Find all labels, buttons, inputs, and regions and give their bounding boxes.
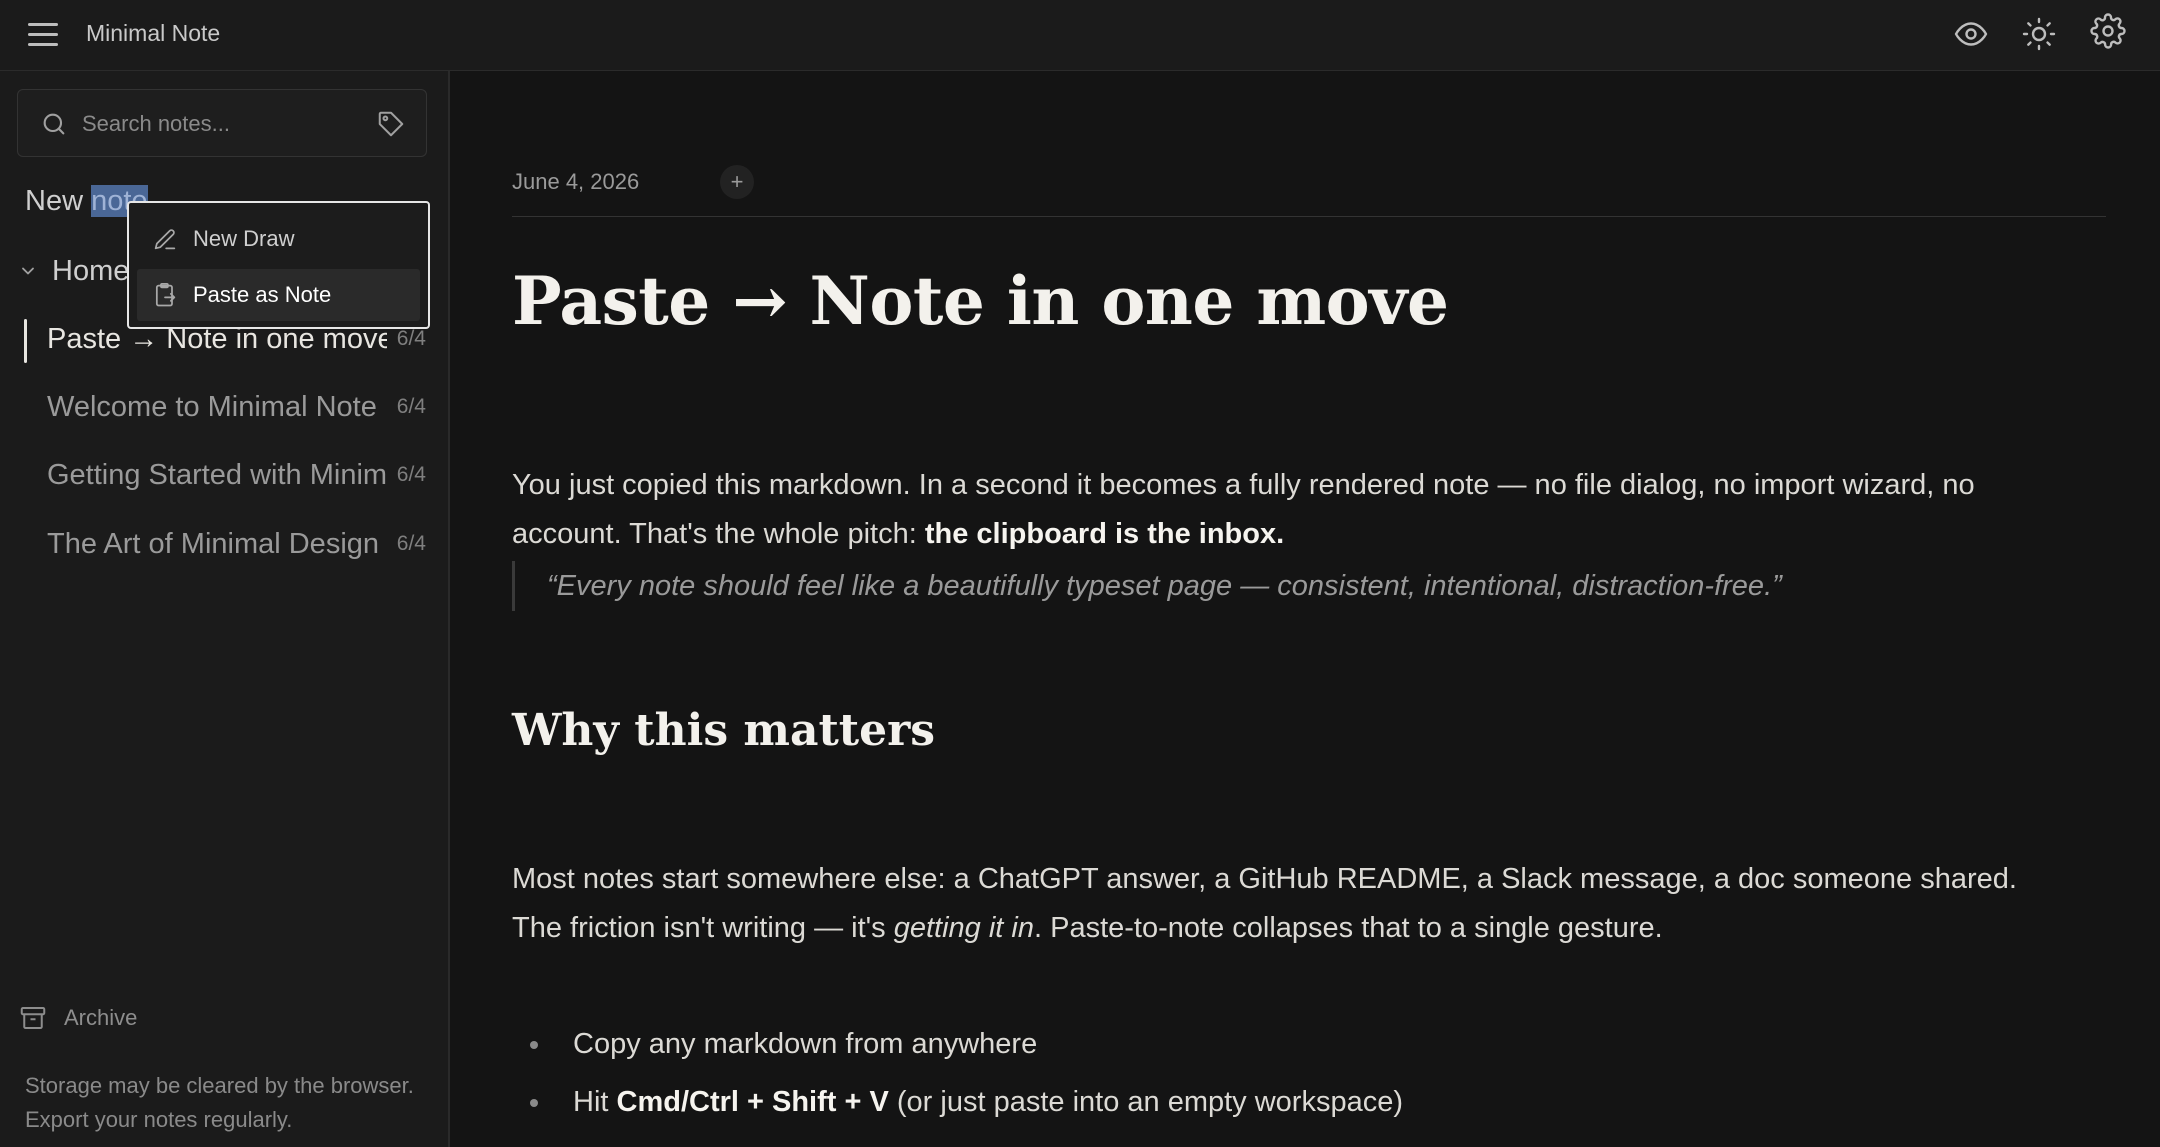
pencil-icon: [154, 229, 176, 250]
search-icon: [43, 113, 65, 135]
note-date: 6/4: [396, 532, 426, 555]
search-box: [17, 89, 427, 157]
new-note-label: New: [25, 185, 92, 217]
note-date: June 4, 2026: [512, 169, 640, 194]
text-run: You just copied this markdown. In a seco…: [512, 469, 1975, 501]
add-tag-button[interactable]: +: [720, 165, 754, 199]
gear-icon[interactable]: [2088, 11, 2128, 51]
storage-warning: Storage may be cleared by the browser. E…: [25, 1073, 414, 1132]
bold-text: the clipboard is the inbox.: [924, 518, 1285, 550]
bullet-list: Copy any markdown from anywhere Hit Cmd/…: [512, 1015, 1403, 1131]
text-run: The friction isn't writing — it's: [512, 912, 894, 944]
note-list-item[interactable]: Welcome to Minimal Note 6/4: [24, 381, 426, 433]
list-item: Copy any markdown from anywhere: [512, 1015, 1403, 1073]
tag-icon[interactable]: [376, 109, 406, 139]
folder-home-label: Home: [52, 254, 130, 287]
bold-text: Cmd/Ctrl + Shift + V: [616, 1086, 889, 1118]
text-run: Most notes start somewhere else: a ChatG…: [512, 863, 2017, 895]
note-title: Paste → Note in one move: [512, 262, 1449, 340]
note-meta-row: June 4, 2026 +: [512, 165, 2106, 217]
section-heading: Why this matters: [512, 705, 936, 756]
archive-icon: [20, 1007, 46, 1029]
folder-home[interactable]: Home: [18, 251, 129, 291]
menu-icon[interactable]: [26, 20, 60, 50]
archive-button[interactable]: Archive: [18, 1003, 137, 1033]
note-date: 6/4: [396, 327, 426, 350]
chevron-down-icon: [22, 267, 34, 275]
text-run: (or just paste into an empty workspace): [888, 1086, 1403, 1118]
eye-icon[interactable]: [1951, 14, 1991, 54]
note-date: 6/4: [396, 395, 426, 418]
blockquote: “Every note should feel like a beautiful…: [512, 561, 2092, 611]
text-run: Hit: [573, 1086, 617, 1118]
note-date: 6/4: [396, 463, 426, 486]
top-bar: Minimal Note: [0, 0, 2160, 71]
app-title: Minimal Note: [86, 20, 221, 46]
note-list-item[interactable]: The Art of Minimal Design 6/4: [24, 518, 426, 570]
menu-item-new-draw[interactable]: New Draw: [137, 213, 420, 265]
text-run: . Paste-to-note collapses that to a sing…: [1034, 912, 1663, 944]
note-title: Getting Started with Minimal Note: [47, 459, 387, 491]
note-list-item[interactable]: Getting Started with Minimal Note 6/4: [24, 449, 426, 501]
text-run: account. That's the whole pitch:: [512, 518, 925, 550]
new-note-context-menu: New Draw Paste as Note: [127, 201, 430, 329]
paragraph: Most notes start somewhere else: a ChatG…: [512, 855, 2132, 953]
note-title: Welcome to Minimal Note: [47, 391, 377, 423]
archive-label: Archive: [64, 1005, 138, 1030]
clipboard-icon: [155, 283, 176, 307]
sun-icon[interactable]: [2019, 14, 2059, 54]
menu-item-label: New Draw: [193, 226, 295, 251]
note-title: The Art of Minimal Design: [47, 528, 380, 560]
menu-item-paste-as-note[interactable]: Paste as Note: [137, 269, 420, 321]
list-item: Hit Cmd/Ctrl + Shift + V (or just paste …: [512, 1073, 1403, 1131]
menu-item-label: Paste as Note: [193, 282, 332, 307]
note-editor[interactable]: June 4, 2026 + Paste → Note in one move …: [452, 71, 2160, 1147]
text-run: Copy any markdown from anywhere: [573, 1028, 1038, 1060]
italic-text: getting it in: [893, 912, 1034, 944]
search-input[interactable]: [80, 104, 370, 144]
paragraph: You just copied this markdown. In a seco…: [512, 461, 2132, 559]
active-indicator: [24, 319, 27, 363]
